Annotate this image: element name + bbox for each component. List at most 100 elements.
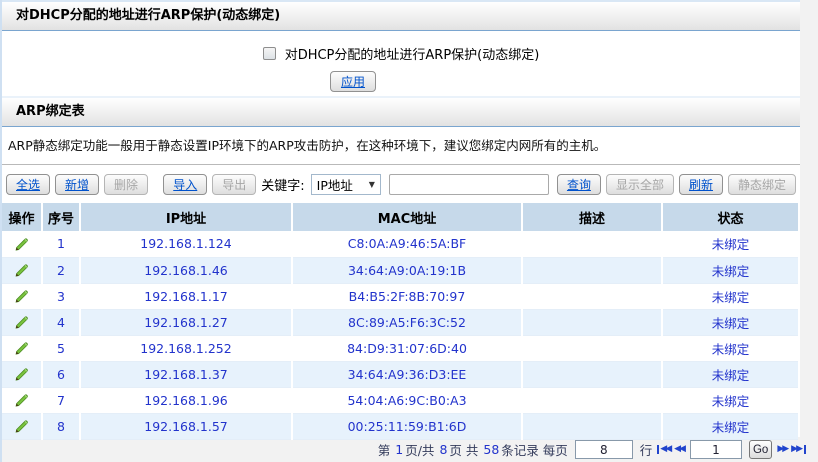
first-page-icon[interactable]: ◀◀ <box>657 445 670 454</box>
desc-cell <box>522 387 662 413</box>
table-row: 2 192.168.1.46 34:64:A9:0A:19:1B 未绑定 <box>2 257 798 283</box>
keyword-label: 关键字: <box>261 175 304 194</box>
dhcp-checkbox-label: 对DHCP分配的地址进行ARP保护(动态绑定) <box>285 44 540 63</box>
table-row: 8 192.168.1.57 00:25:11:59:B1:6D 未绑定 <box>2 413 798 439</box>
no-cell: 2 <box>42 257 80 283</box>
status-cell: 未绑定 <box>662 257 798 283</box>
arp-description: ARP静态绑定功能一般用于静态设置IP环境下的ARP攻击防护，在这种环境下，建议… <box>2 127 800 165</box>
chevron-down-icon: ▼ <box>369 180 375 189</box>
edit-cell <box>2 283 42 309</box>
edit-cell <box>2 413 42 439</box>
desc-cell <box>522 413 662 439</box>
mac-cell: 84:D9:31:07:6D:40 <box>292 335 522 361</box>
query-button[interactable]: 查询 <box>557 174 601 195</box>
static-bind-button[interactable]: 静态绑定 <box>728 174 796 195</box>
edit-cell <box>2 335 42 361</box>
status-cell: 未绑定 <box>662 361 798 387</box>
next-page-icon[interactable]: ▶▶ <box>777 445 787 454</box>
dhcp-panel-title: 对DHCP分配的地址进行ARP保护(动态绑定) <box>2 2 800 31</box>
no-cell: 6 <box>42 361 80 387</box>
edit-cell <box>2 387 42 413</box>
last-page-icon[interactable]: ▶▶ <box>791 445 806 454</box>
go-button[interactable]: Go <box>749 440 772 459</box>
delete-button[interactable]: 删除 <box>104 174 148 195</box>
edit-pencil-icon[interactable] <box>14 366 30 382</box>
arp-binding-table: 操作 序号 IP地址 MAC地址 描述 状态 <box>2 203 798 440</box>
edit-cell <box>2 309 42 335</box>
desc-cell <box>522 257 662 283</box>
column-header-ip: IP地址 <box>80 203 292 231</box>
pages-total-label: 页 共 <box>449 440 478 459</box>
status-cell: 未绑定 <box>662 283 798 309</box>
keyword-field-value: IP地址 <box>317 175 353 194</box>
table-header: 操作 序号 IP地址 MAC地址 描述 状态 <box>2 203 798 231</box>
of-label: 页/共 <box>405 440 434 459</box>
mac-cell: B4:B5:2F:8B:70:97 <box>292 283 522 309</box>
edit-pencil-icon[interactable] <box>14 392 30 408</box>
edit-pencil-icon[interactable] <box>14 314 30 330</box>
mac-cell: 34:64:A9:36:D3:EE <box>292 361 522 387</box>
desc-cell <box>522 361 662 387</box>
no-cell: 7 <box>42 387 80 413</box>
main-content: 对DHCP分配的地址进行ARP保护(动态绑定) 对DHCP分配的地址进行ARP保… <box>2 0 800 437</box>
apply-row: 应用 <box>2 66 800 96</box>
table-row: 4 192.168.1.27 8C:89:A5:F6:3C:52 未绑定 <box>2 309 798 335</box>
edit-pencil-icon[interactable] <box>14 340 30 356</box>
edit-pencil-icon[interactable] <box>14 418 30 434</box>
desc-cell <box>522 231 662 257</box>
edit-pencil-icon[interactable] <box>14 236 30 252</box>
apply-button[interactable]: 应用 <box>330 71 376 92</box>
no-cell: 8 <box>42 413 80 439</box>
keyword-search-input[interactable] <box>389 174 549 195</box>
ip-cell: 192.168.1.17 <box>80 283 292 309</box>
page-label: 第 <box>378 440 391 459</box>
import-button[interactable]: 导入 <box>163 174 207 195</box>
ip-cell: 192.168.1.252 <box>80 335 292 361</box>
select-all-button[interactable]: 全选 <box>6 174 50 195</box>
ip-cell: 192.168.1.96 <box>80 387 292 413</box>
edit-cell <box>2 257 42 283</box>
column-header-no: 序号 <box>42 203 80 231</box>
no-cell: 1 <box>42 231 80 257</box>
per-page-input[interactable] <box>575 440 633 459</box>
status-cell: 未绑定 <box>662 335 798 361</box>
arp-toolbar: 全选 新增 删除 导入 导出 关键字: IP地址 ▼ 查询 显示全部 刷新 静态… <box>2 165 800 203</box>
export-button[interactable]: 导出 <box>212 174 256 195</box>
edit-pencil-icon[interactable] <box>14 288 30 304</box>
records-perpage-label: 条记录 每页 <box>501 440 567 459</box>
keyword-field-select[interactable]: IP地址 ▼ <box>311 174 381 195</box>
total-records: 58 <box>483 442 499 457</box>
column-header-mac: MAC地址 <box>292 203 522 231</box>
desc-cell <box>522 283 662 309</box>
edit-cell <box>2 231 42 257</box>
desc-cell <box>522 309 662 335</box>
table-row: 1 192.168.1.124 C8:0A:A9:46:5A:BF 未绑定 <box>2 231 798 257</box>
mac-cell: 8C:89:A5:F6:3C:52 <box>292 309 522 335</box>
dhcp-checkbox-row: 对DHCP分配的地址进行ARP保护(动态绑定) <box>2 40 800 66</box>
rows-label: 行 <box>640 440 653 459</box>
refresh-button[interactable]: 刷新 <box>679 174 723 195</box>
ip-cell: 192.168.1.57 <box>80 413 292 439</box>
arp-panel-title: ARP绑定表 <box>2 98 800 127</box>
status-cell: 未绑定 <box>662 309 798 335</box>
status-cell: 未绑定 <box>662 413 798 439</box>
edit-pencil-icon[interactable] <box>14 262 30 278</box>
add-button[interactable]: 新增 <box>55 174 99 195</box>
ip-cell: 192.168.1.37 <box>80 361 292 387</box>
column-header-desc: 描述 <box>522 203 662 231</box>
show-all-button[interactable]: 显示全部 <box>606 174 674 195</box>
arp-table-body: 1 192.168.1.124 C8:0A:A9:46:5A:BF 未绑定 2 <box>2 231 798 439</box>
ip-cell: 192.168.1.46 <box>80 257 292 283</box>
column-header-action: 操作 <box>2 203 42 231</box>
mac-cell: 00:25:11:59:B1:6D <box>292 413 522 439</box>
current-page: 1 <box>395 442 403 457</box>
desc-cell <box>522 335 662 361</box>
no-cell: 3 <box>42 283 80 309</box>
goto-page-input[interactable] <box>690 440 742 459</box>
edit-cell <box>2 361 42 387</box>
dhcp-protect-checkbox[interactable] <box>263 47 276 60</box>
previous-page-icon[interactable]: ◀◀ <box>674 445 684 454</box>
ip-cell: 192.168.1.124 <box>80 231 292 257</box>
table-row: 7 192.168.1.96 54:04:A6:9C:B0:A3 未绑定 <box>2 387 798 413</box>
no-cell: 4 <box>42 309 80 335</box>
